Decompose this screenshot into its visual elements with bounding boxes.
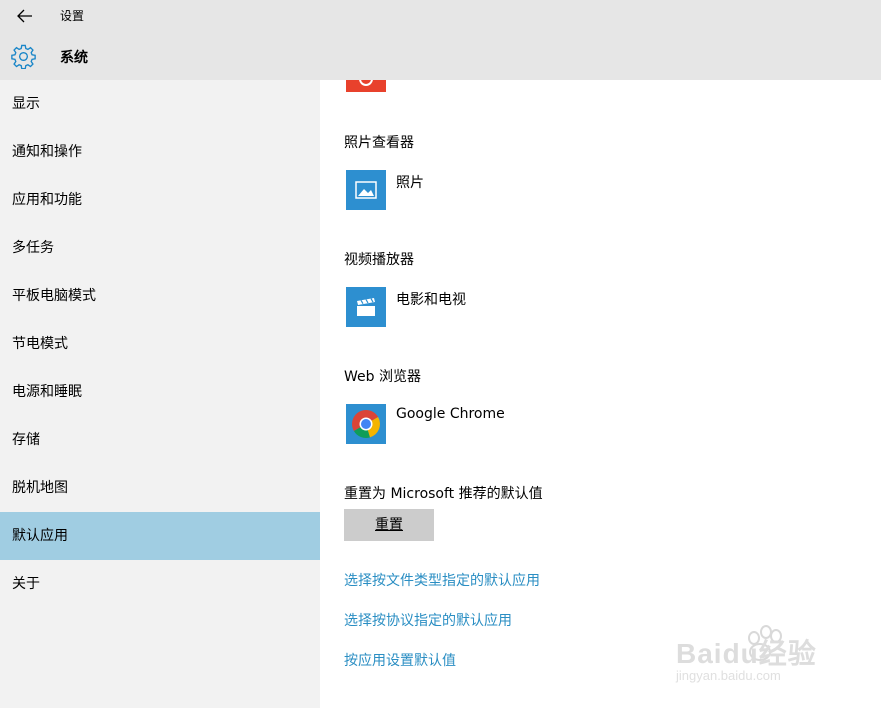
sidebar-item-apps-features[interactable]: 应用和功能 <box>0 176 320 224</box>
reset-label: 重置为 Microsoft 推荐的默认值 <box>344 486 543 502</box>
chrome-icon <box>346 404 386 444</box>
photo-app-name: 照片 <box>396 175 424 191</box>
music-app-tile-partial[interactable] <box>346 80 386 92</box>
video-player-label: 视频播放器 <box>344 252 414 268</box>
sidebar-item-display[interactable]: 显示 <box>0 80 320 128</box>
sidebar: 显示 通知和操作 应用和功能 多任务 平板电脑模式 节电模式 电源和睡眠 存储 … <box>0 80 320 708</box>
window-title: 设置 <box>60 9 85 23</box>
page-title: 系统 <box>60 50 88 66</box>
video-player-app[interactable]: 电影和电视 <box>346 287 466 327</box>
title-bar: 设置 系统 <box>0 0 881 80</box>
browser-app-name: Google Chrome <box>396 406 505 422</box>
video-app-name: 电影和电视 <box>396 292 466 308</box>
back-button[interactable] <box>14 5 36 27</box>
web-browser-app[interactable]: Google Chrome <box>346 404 505 444</box>
sidebar-item-tablet-mode[interactable]: 平板电脑模式 <box>0 272 320 320</box>
reset-button[interactable]: 重置 <box>344 509 434 541</box>
baidu-watermark: Baidu经验 jingyan.baidu.com <box>676 612 836 692</box>
arrow-left-icon <box>17 9 32 23</box>
photos-icon <box>346 170 386 210</box>
web-browser-label: Web 浏览器 <box>344 369 421 385</box>
watermark-brand: Baidu经验 <box>676 638 817 669</box>
sidebar-item-offline-maps[interactable]: 脱机地图 <box>0 464 320 512</box>
sidebar-item-default-apps[interactable]: 默认应用 <box>0 512 320 560</box>
sidebar-item-power-sleep[interactable]: 电源和睡眠 <box>0 368 320 416</box>
link-defaults-by-app[interactable]: 按应用设置默认值 <box>344 650 456 670</box>
sidebar-item-notifications[interactable]: 通知和操作 <box>0 128 320 176</box>
sidebar-item-battery-saver[interactable]: 节电模式 <box>0 320 320 368</box>
link-defaults-by-file-type[interactable]: 选择按文件类型指定的默认应用 <box>344 570 540 590</box>
link-defaults-by-protocol[interactable]: 选择按协议指定的默认应用 <box>344 610 512 630</box>
clapperboard-icon <box>346 287 386 327</box>
sidebar-item-about[interactable]: 关于 <box>0 560 320 608</box>
sidebar-item-storage[interactable]: 存储 <box>0 416 320 464</box>
music-icon <box>359 80 373 86</box>
watermark-url: jingyan.baidu.com <box>676 668 781 683</box>
gear-icon <box>11 44 36 69</box>
photo-viewer-app[interactable]: 照片 <box>346 170 424 210</box>
photo-viewer-label: 照片查看器 <box>344 135 414 151</box>
sidebar-item-multitasking[interactable]: 多任务 <box>0 224 320 272</box>
